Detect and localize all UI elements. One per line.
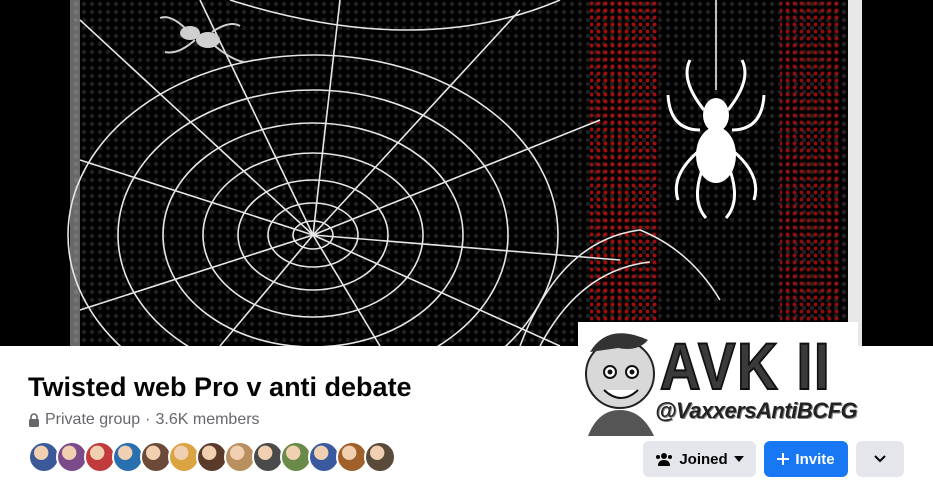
more-options-button[interactable]	[856, 441, 904, 477]
lock-icon	[29, 413, 39, 427]
joined-button[interactable]: Joined	[643, 441, 756, 477]
badge-title: AVK II	[659, 328, 832, 404]
badge-handle: @VaxxersAntiBCFG	[655, 398, 858, 423]
invite-button[interactable]: Invite	[764, 441, 848, 477]
group-privacy[interactable]: Private group	[45, 411, 140, 429]
group-name[interactable]: Twisted web Pro v anti debate	[28, 372, 412, 403]
joined-label: Joined	[679, 450, 728, 468]
cover-artwork	[0, 0, 933, 346]
member-avatar[interactable]	[364, 441, 396, 473]
invite-label: Invite	[795, 450, 835, 468]
cover-photo[interactable]	[0, 0, 933, 346]
caret-down-icon	[733, 456, 744, 462]
people-icon	[656, 453, 673, 466]
group-meta: Private group · 3.6K members	[28, 411, 260, 429]
member-avatar-list[interactable]	[28, 441, 396, 473]
group-member-count[interactable]: 3.6K members	[156, 411, 260, 429]
meta-separator: ·	[145, 411, 151, 428]
chevron-down-icon	[874, 455, 886, 463]
plus-icon	[777, 453, 790, 465]
